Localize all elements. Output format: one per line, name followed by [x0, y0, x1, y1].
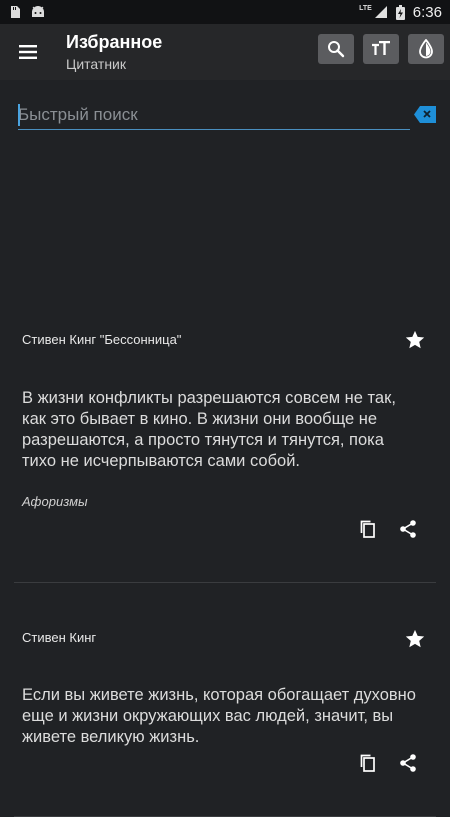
copy-icon[interactable]	[358, 753, 378, 773]
star-icon[interactable]	[404, 329, 426, 351]
network-type: LTE	[359, 4, 372, 12]
card-divider	[14, 582, 436, 583]
app-bar: Избранное Цитатник	[0, 24, 450, 80]
search-input[interactable]	[18, 102, 410, 130]
quote-category: Афоризмы	[22, 494, 88, 509]
star-icon[interactable]	[404, 628, 426, 650]
quote-text: Если вы живете жизнь, которая обогащает …	[22, 686, 416, 746]
android-icon	[30, 5, 46, 19]
share-icon[interactable]	[398, 753, 418, 773]
status-bar: LTE 6:36	[0, 0, 450, 24]
theme-button[interactable]	[408, 34, 444, 64]
search-bar	[0, 80, 450, 152]
menu-icon	[19, 45, 37, 59]
text-size-button[interactable]	[363, 34, 399, 64]
theme-drop-icon	[419, 39, 433, 59]
page-subtitle: Цитатник	[66, 56, 126, 72]
copy-icon[interactable]	[358, 519, 378, 539]
backspace-clear-icon[interactable]	[414, 106, 436, 123]
search-icon	[328, 41, 345, 58]
search-button[interactable]	[318, 34, 354, 64]
quote-text: В жизни конфликты разрешаются совсем не …	[22, 389, 396, 470]
text-size-icon	[372, 41, 390, 55]
text-cursor	[18, 104, 20, 126]
quote-author: Стивен Кинг	[22, 630, 97, 645]
signal-icon	[374, 5, 388, 19]
quote-author: Стивен Кинг "Бессонница"	[22, 332, 182, 347]
share-icon[interactable]	[398, 519, 418, 539]
clock: 6:36	[412, 3, 442, 21]
menu-button[interactable]	[16, 40, 40, 64]
page-title: Избранное	[66, 32, 163, 52]
sd-card-icon	[8, 5, 22, 19]
battery-charging-icon	[395, 4, 405, 20]
